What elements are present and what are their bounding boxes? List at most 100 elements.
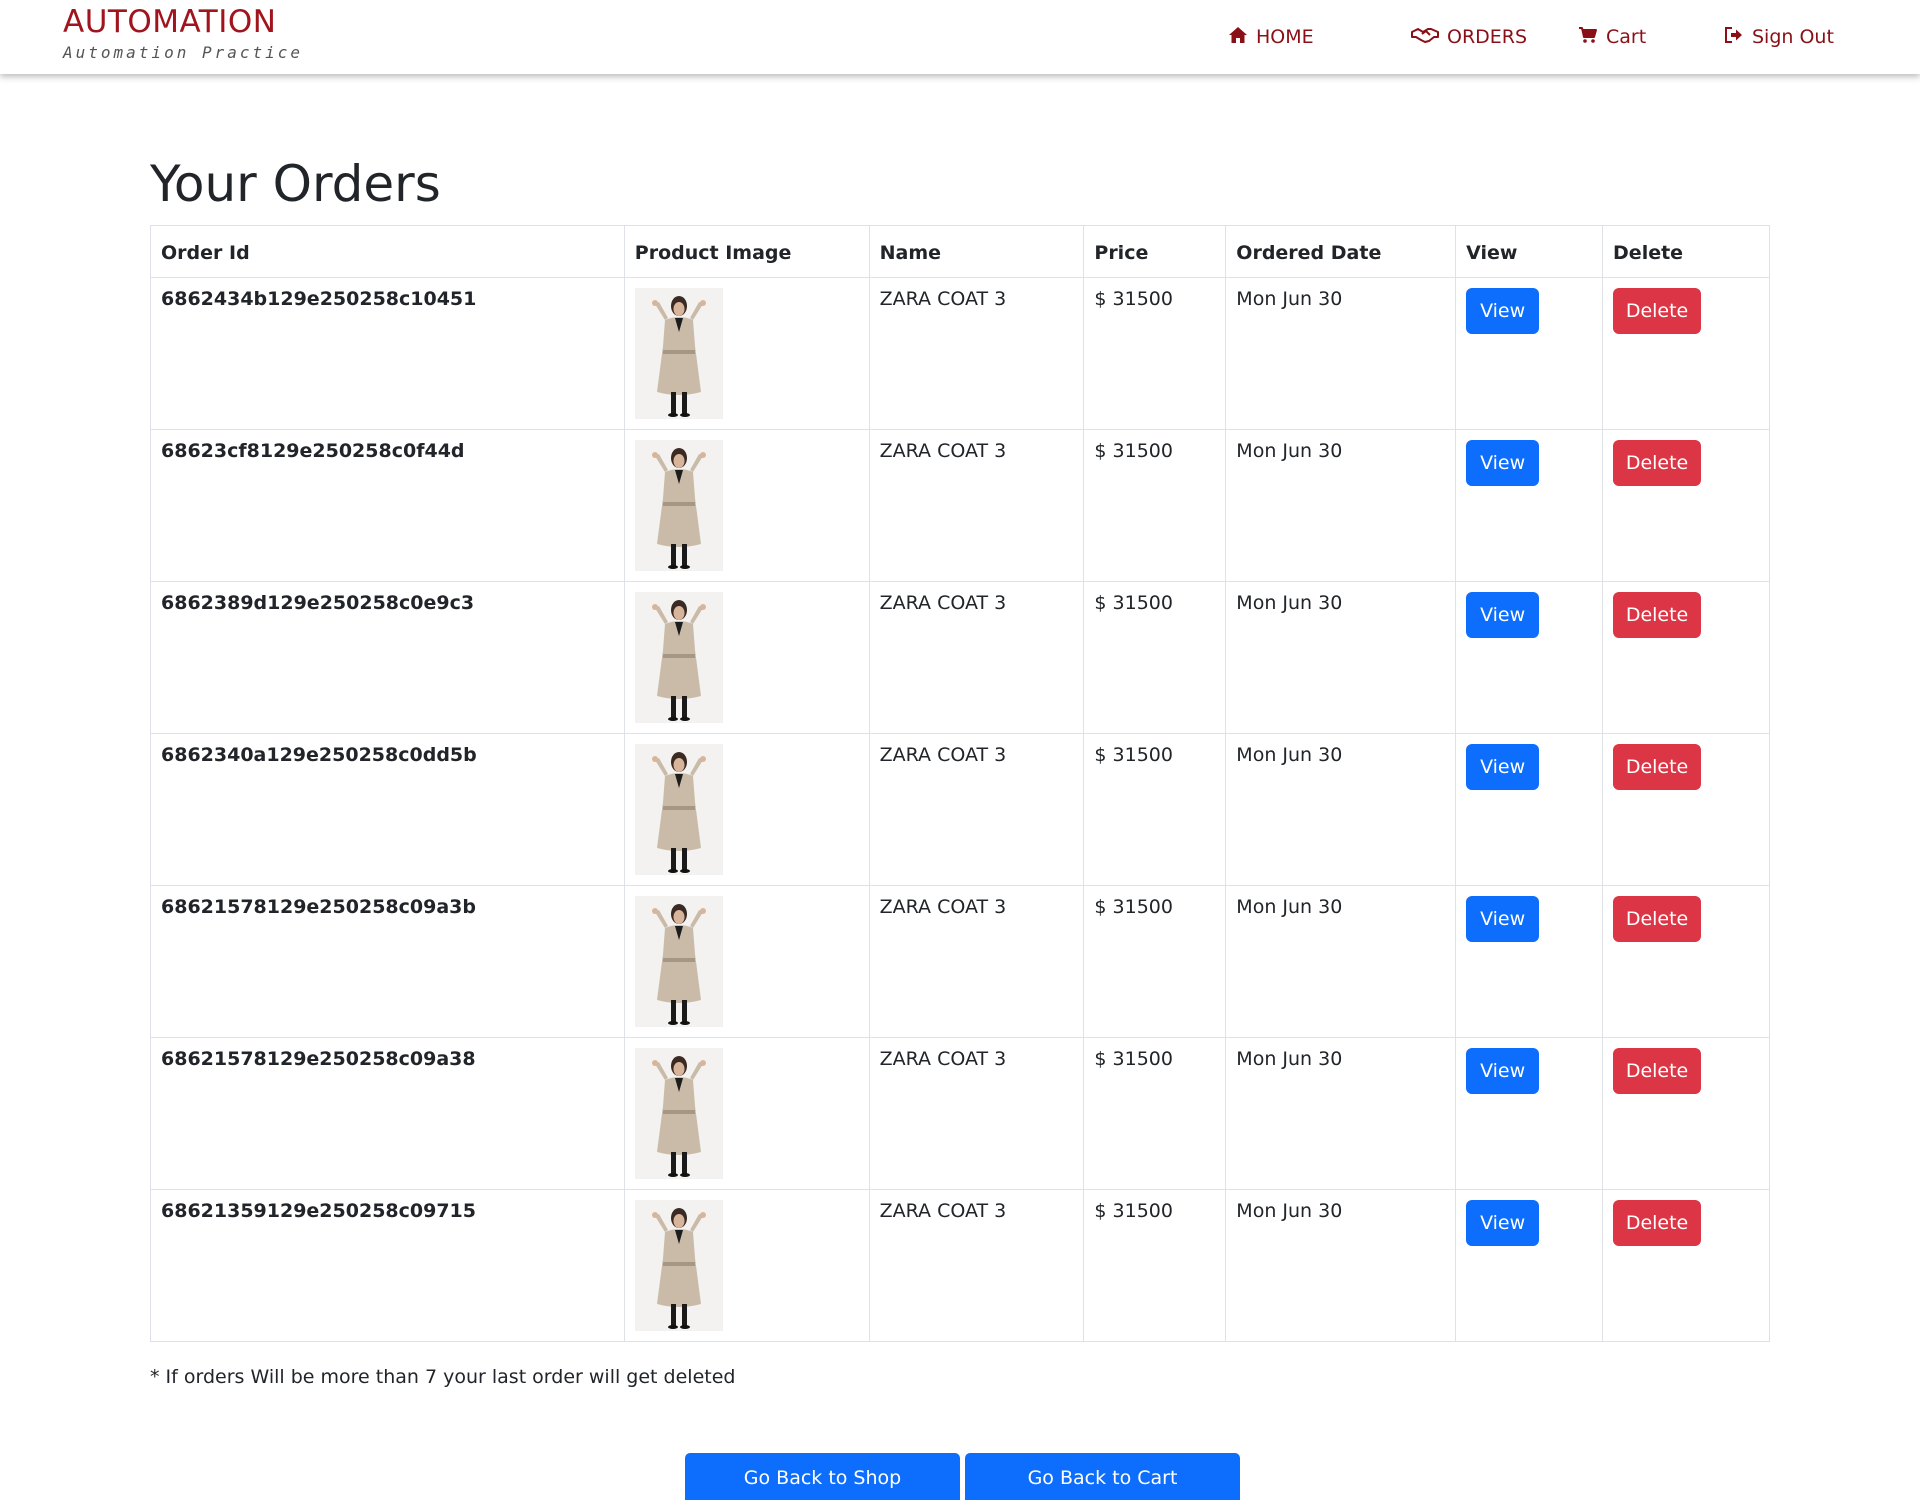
order-price: $ 31500 xyxy=(1083,581,1227,734)
product-image-cell xyxy=(623,1189,870,1342)
order-id: 6862434b129e250258c10451 xyxy=(150,277,625,430)
delete-order-button[interactable]: Delete xyxy=(1613,592,1702,638)
order-price: $ 31500 xyxy=(1083,1189,1227,1342)
delete-cell: Delete xyxy=(1602,581,1770,734)
column-header-delete: Delete xyxy=(1602,225,1770,278)
ordered-date: Mon Jun 30 xyxy=(1225,581,1457,734)
nav-orders-button[interactable]: ORDERS xyxy=(1411,22,1527,52)
column-header-view: View xyxy=(1455,225,1604,278)
table-row: 68621359129e250258c09715 ZARA COAT 3 $ 315… xyxy=(150,1189,1770,1342)
cart-icon xyxy=(1578,26,1606,49)
product-image xyxy=(634,1200,723,1331)
column-header-order-id: Order Id xyxy=(150,225,625,278)
view-order-button[interactable]: View xyxy=(1466,1200,1540,1246)
delete-order-button[interactable]: Delete xyxy=(1613,896,1702,942)
page-title: Your Orders xyxy=(150,155,441,213)
ordered-date: Mon Jun 30 xyxy=(1225,429,1457,582)
order-price: $ 31500 xyxy=(1083,277,1227,430)
delete-cell: Delete xyxy=(1602,429,1770,582)
view-cell: View xyxy=(1455,581,1604,734)
home-icon xyxy=(1228,26,1256,49)
view-cell: View xyxy=(1455,429,1604,582)
product-image-cell xyxy=(623,429,870,582)
brand-subtitle: Automation Practice xyxy=(63,43,304,62)
go-back-to-shop-button[interactable]: Go Back to Shop xyxy=(685,1453,960,1500)
table-row: 6862340a129e250258c0dd5b ZARA COAT 3 $ 315… xyxy=(150,733,1770,886)
product-image xyxy=(634,288,723,419)
go-back-to-cart-button[interactable]: Go Back to Cart xyxy=(965,1453,1240,1500)
product-image xyxy=(634,1048,723,1179)
product-name: ZARA COAT 3 xyxy=(868,1037,1085,1190)
delete-cell: Delete xyxy=(1602,885,1770,1038)
delete-cell: Delete xyxy=(1602,1189,1770,1342)
view-cell: View xyxy=(1455,1189,1604,1342)
product-image-cell xyxy=(623,277,870,430)
delete-order-button[interactable]: Delete xyxy=(1613,440,1702,486)
table-row: 6862389d129e250258c0e9c3 ZARA COAT 3 $ 315… xyxy=(150,581,1770,734)
nav-cart-label: Cart xyxy=(1606,26,1647,48)
ordered-date: Mon Jun 30 xyxy=(1225,1037,1457,1190)
column-header-ordered-date: Ordered Date xyxy=(1225,225,1457,278)
table-row: 6862434b129e250258c10451 ZARA COAT 3 $ 315… xyxy=(150,277,1770,430)
ordered-date: Mon Jun 30 xyxy=(1225,885,1457,1038)
delete-order-button[interactable]: Delete xyxy=(1613,1048,1702,1094)
view-order-button[interactable]: View xyxy=(1466,440,1540,486)
product-name: ZARA COAT 3 xyxy=(868,277,1085,430)
nav-sign-out-label: Sign Out xyxy=(1752,26,1834,48)
product-image xyxy=(634,440,723,571)
column-header-name: Name xyxy=(868,225,1085,278)
order-price: $ 31500 xyxy=(1083,429,1227,582)
product-image-cell xyxy=(623,581,870,734)
nav-home-label: HOME xyxy=(1256,26,1314,48)
order-id: 68621578129e250258c09a38 xyxy=(150,1037,625,1190)
order-id: 68621359129e250258c09715 xyxy=(150,1189,625,1342)
view-order-button[interactable]: View xyxy=(1466,288,1540,334)
product-image-cell xyxy=(623,885,870,1038)
view-cell: View xyxy=(1455,277,1604,430)
delete-cell: Delete xyxy=(1602,733,1770,886)
product-image-cell xyxy=(623,1037,870,1190)
delete-order-button[interactable]: Delete xyxy=(1613,744,1702,790)
view-cell: View xyxy=(1455,1037,1604,1190)
brand-logo[interactable]: AUTOMATION Automation Practice xyxy=(63,4,303,64)
order-price: $ 31500 xyxy=(1083,885,1227,1038)
ordered-date: Mon Jun 30 xyxy=(1225,277,1457,430)
delete-order-button[interactable]: Delete xyxy=(1613,288,1702,334)
nav-sign-out-button[interactable]: Sign Out xyxy=(1724,22,1834,52)
orders-table: Order Id Product Image Name Price Ordere… xyxy=(150,225,1770,1342)
delete-order-button[interactable]: Delete xyxy=(1613,1200,1702,1246)
product-name: ZARA COAT 3 xyxy=(868,885,1085,1038)
table-row: 68623cf8129e250258c0f44d ZARA COAT 3 $ 315… xyxy=(150,429,1770,582)
view-order-button[interactable]: View xyxy=(1466,744,1540,790)
delete-cell: Delete xyxy=(1602,1037,1770,1190)
column-header-price: Price xyxy=(1083,225,1227,278)
order-price: $ 31500 xyxy=(1083,1037,1227,1190)
view-cell: View xyxy=(1455,885,1604,1038)
handshake-icon xyxy=(1411,26,1447,49)
nav-orders-label: ORDERS xyxy=(1447,26,1528,48)
order-id: 6862340a129e250258c0dd5b xyxy=(150,733,625,886)
nav-cart-button[interactable]: Cart xyxy=(1578,22,1646,52)
product-name: ZARA COAT 3 xyxy=(868,429,1085,582)
order-price: $ 31500 xyxy=(1083,733,1227,886)
table-row: 68621578129e250258c09a3b ZARA COAT 3 $ 315… xyxy=(150,885,1770,1038)
nav-home-button[interactable]: HOME xyxy=(1228,22,1314,52)
sign-out-icon xyxy=(1724,26,1752,49)
view-order-button[interactable]: View xyxy=(1466,896,1540,942)
product-name: ZARA COAT 3 xyxy=(868,733,1085,886)
order-id: 68621578129e250258c09a3b xyxy=(150,885,625,1038)
brand-title: AUTOMATION xyxy=(63,4,277,40)
product-image xyxy=(634,592,723,723)
view-order-button[interactable]: View xyxy=(1466,1048,1540,1094)
view-order-button[interactable]: View xyxy=(1466,592,1540,638)
orders-table-body: 6862434b129e250258c10451 ZARA COAT 3 $ 315… xyxy=(150,277,1770,1342)
ordered-date: Mon Jun 30 xyxy=(1225,733,1457,886)
product-image xyxy=(634,896,723,1027)
table-row: 68621578129e250258c09a38 ZARA COAT 3 $ 315… xyxy=(150,1037,1770,1190)
view-cell: View xyxy=(1455,733,1604,886)
orders-limit-note: * If orders Will be more than 7 your las… xyxy=(150,1366,736,1388)
ordered-date: Mon Jun 30 xyxy=(1225,1189,1457,1342)
product-name: ZARA COAT 3 xyxy=(868,581,1085,734)
product-image xyxy=(634,744,723,875)
order-id: 68623cf8129e250258c0f44d xyxy=(150,429,625,582)
